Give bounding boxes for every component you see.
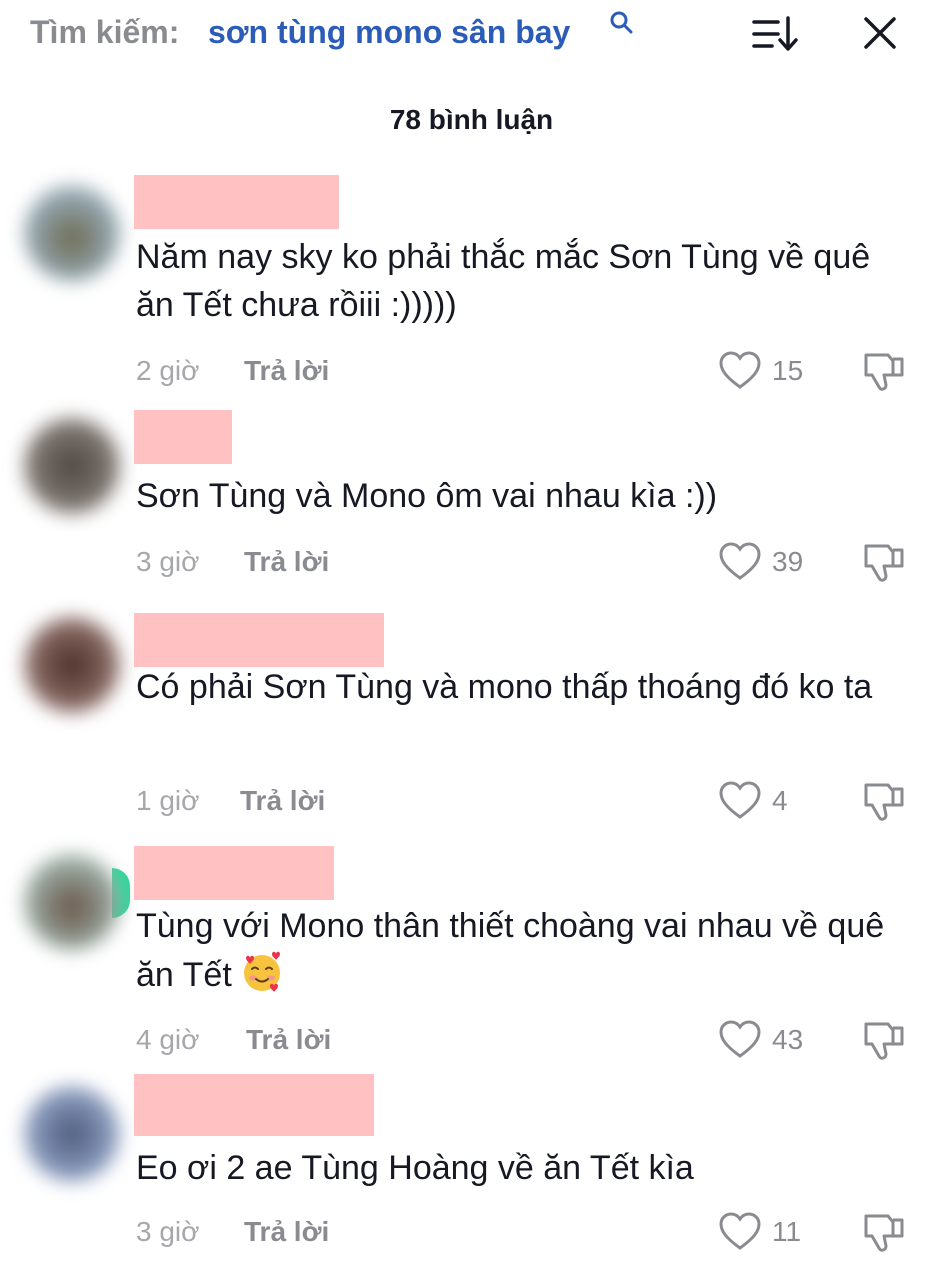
avatar[interactable] <box>24 1086 120 1182</box>
dislike-icon[interactable] <box>860 347 908 395</box>
dislike-icon[interactable] <box>860 538 908 586</box>
reply-button[interactable]: Trả lời <box>244 546 329 578</box>
comment-time: 1 giờ <box>136 785 200 816</box>
avatar[interactable] <box>24 617 120 713</box>
username-redacted[interactable] <box>134 1074 374 1136</box>
comment-time: 4 giờ <box>136 1024 200 1055</box>
avatar[interactable] <box>24 185 120 281</box>
dislike-icon[interactable] <box>860 1016 908 1064</box>
heart-icon[interactable] <box>718 1212 762 1252</box>
username-redacted[interactable] <box>134 613 384 667</box>
comment-item: Có phải Sơn Tùng và mono thấp thoáng đó … <box>0 605 943 835</box>
heart-icon[interactable] <box>718 351 762 391</box>
sort-button[interactable] <box>748 12 800 56</box>
username-redacted[interactable] <box>134 410 232 464</box>
search-query-link[interactable]: sơn tùng mono sân bay <box>208 14 570 51</box>
heart-icon[interactable] <box>718 1020 762 1060</box>
comment-item: Sơn Tùng và Mono ôm vai nhau kìa :)) 3 g… <box>0 400 943 590</box>
heart-icon[interactable] <box>718 542 762 582</box>
search-icon[interactable] <box>608 10 634 36</box>
smiling-face-with-hearts-icon <box>243 951 280 992</box>
comment-item: Tùng với Mono thân thiết choàng vai nhau… <box>0 840 943 1065</box>
like-count: 15 <box>772 355 804 386</box>
comment-text: Tùng với Mono thân thiết choàng vai nhau… <box>136 902 916 999</box>
close-button[interactable] <box>856 12 904 56</box>
username-redacted[interactable] <box>134 846 334 900</box>
search-header: Tìm kiếm: sơn tùng mono sân bay <box>0 0 943 70</box>
comment-time: 3 giờ <box>136 546 200 577</box>
avatar[interactable] <box>24 854 120 950</box>
like-count: 43 <box>772 1024 804 1055</box>
reply-button[interactable]: Trả lời <box>244 355 329 387</box>
comment-text: Eo ơi 2 ae Tùng Hoàng về ăn Tết kìa <box>136 1149 694 1187</box>
like-count: 11 <box>772 1216 802 1247</box>
comment-text: Năm nay sky ko phải thắc mắc Sơn Tùng về… <box>136 238 871 324</box>
reply-button[interactable]: Trả lời <box>240 785 325 817</box>
username-redacted[interactable] <box>134 175 339 229</box>
avatar[interactable] <box>24 418 120 514</box>
comment-time: 3 giờ <box>136 1216 200 1247</box>
comment-time: 2 giờ <box>136 355 200 386</box>
reply-button[interactable]: Trả lời <box>246 1024 331 1056</box>
heart-icon[interactable] <box>718 781 762 821</box>
comment-text: Có phải Sơn Tùng và mono thấp thoáng đó … <box>136 668 873 706</box>
reply-button[interactable]: Trả lời <box>244 1216 329 1248</box>
search-prefix-label: Tìm kiếm: <box>30 14 180 50</box>
comment-item: Năm nay sky ko phải thắc mắc Sơn Tùng về… <box>0 165 943 395</box>
like-count: 4 <box>772 785 788 816</box>
comment-item: Eo ơi 2 ae Tùng Hoàng về ăn Tết kìa 3 gi… <box>0 1070 943 1275</box>
comment-count: 78 bình luận <box>389 104 554 135</box>
dislike-icon[interactable] <box>860 777 908 825</box>
dislike-icon[interactable] <box>860 1208 908 1256</box>
like-count: 39 <box>772 546 804 577</box>
comment-text: Sơn Tùng và Mono ôm vai nhau kìa :)) <box>136 477 718 515</box>
